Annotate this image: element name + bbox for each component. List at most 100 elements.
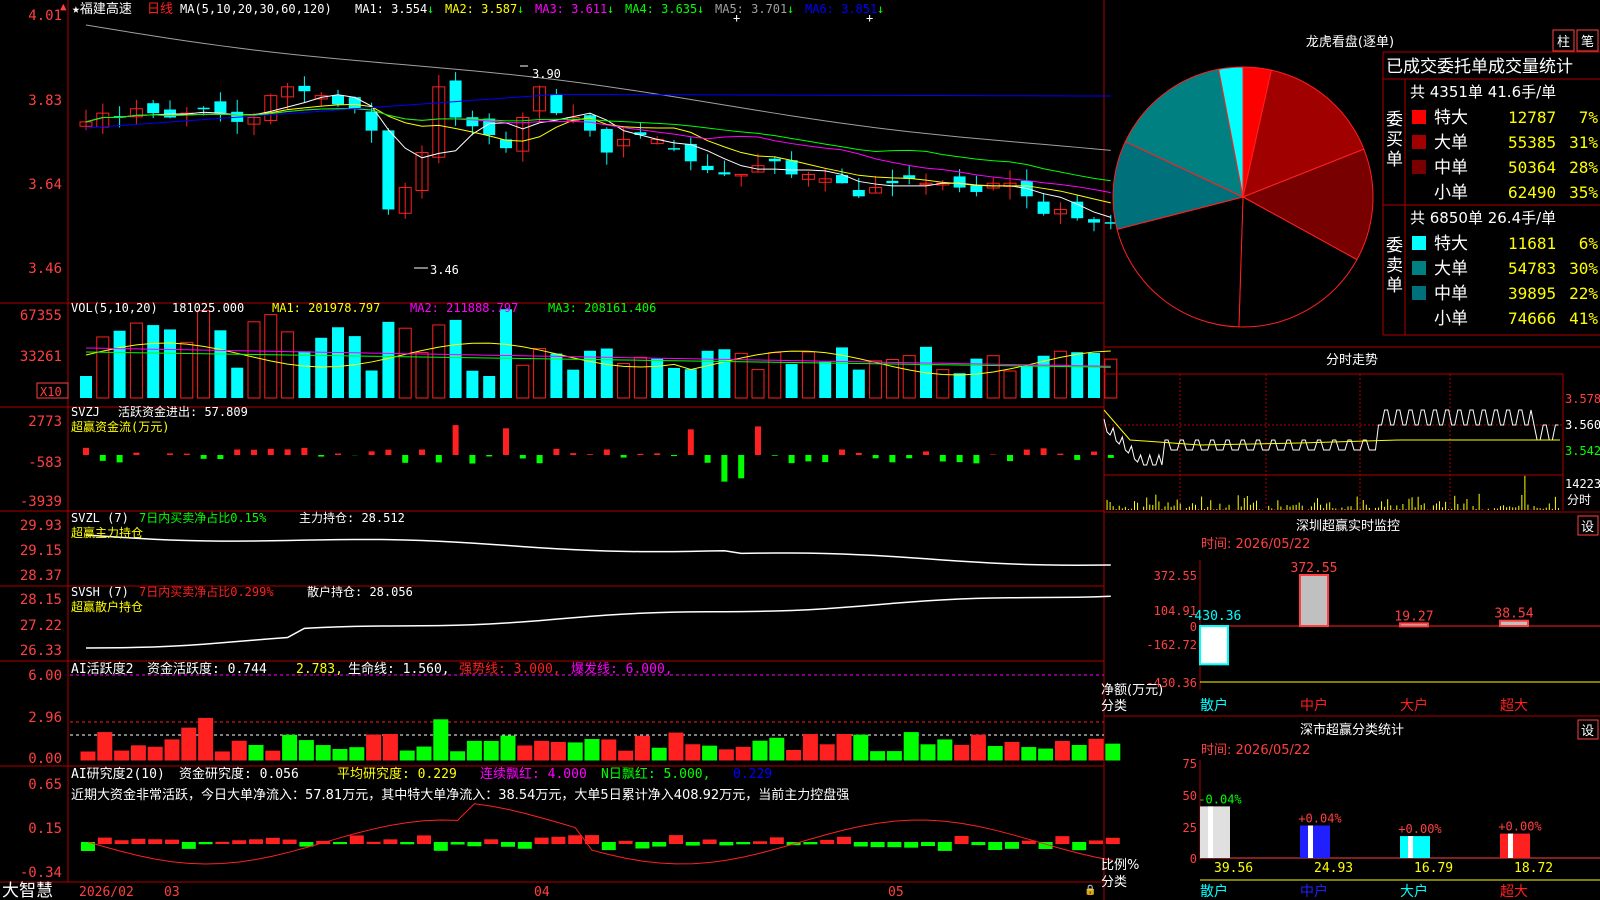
active-bar bbox=[97, 732, 113, 761]
active-bar bbox=[198, 717, 214, 761]
candle-body bbox=[953, 176, 966, 188]
vol-bar bbox=[398, 327, 412, 399]
ma-legend-label: MA5: 3.701 bbox=[715, 2, 787, 16]
candle-body bbox=[852, 190, 865, 197]
vol-bar bbox=[801, 351, 815, 399]
flow-bar bbox=[251, 449, 257, 455]
ai-active-l5: 爆发线: 6.000, bbox=[571, 661, 673, 677]
candle-body bbox=[449, 80, 462, 118]
flow-bar bbox=[385, 449, 392, 455]
classify-bar bbox=[1400, 836, 1430, 858]
flow-bar bbox=[234, 449, 241, 455]
stock-name[interactable]: ★福建高速 bbox=[72, 1, 132, 17]
vol-bar bbox=[1020, 366, 1033, 398]
row-value: 11681 bbox=[1508, 234, 1556, 253]
svzj-axis-tick: -3939 bbox=[20, 494, 62, 510]
vol-bar bbox=[449, 319, 462, 398]
classify-time: 时间: 2026/05/22 bbox=[1201, 743, 1310, 758]
research-bar bbox=[1055, 836, 1070, 844]
ai-research-axis-tick: 0.65 bbox=[28, 777, 62, 793]
active-bar bbox=[1054, 740, 1070, 761]
legend-swatch bbox=[1412, 160, 1426, 174]
flow-bar bbox=[654, 453, 661, 455]
active-bar bbox=[702, 745, 718, 761]
vol-bar bbox=[970, 358, 983, 398]
vol-ma3: MA3: 208161.406 bbox=[548, 301, 656, 315]
candle-body bbox=[1088, 219, 1100, 223]
research-bar bbox=[1089, 840, 1103, 844]
classify-axis-tick: 25 bbox=[1183, 821, 1197, 835]
research-bar bbox=[585, 835, 599, 844]
brand-logo[interactable]: 大智慧 bbox=[2, 881, 53, 900]
vol-bar bbox=[684, 369, 697, 398]
research-bar bbox=[131, 838, 146, 844]
lock-icon[interactable]: 🔒 bbox=[1084, 884, 1096, 896]
active-bar bbox=[282, 734, 298, 761]
scroll-up-arrow-icon[interactable]: ▲ bbox=[60, 0, 67, 13]
bar-view-button-label[interactable]: 柱 bbox=[1557, 35, 1570, 50]
active-bar bbox=[164, 739, 180, 761]
active-bar bbox=[1021, 747, 1037, 761]
vol-bar bbox=[466, 370, 479, 398]
research-bar bbox=[265, 837, 280, 844]
flow-bar bbox=[587, 454, 593, 455]
flow-bar bbox=[721, 455, 728, 482]
ai-research-l3: 连续飘红: 4.000 bbox=[480, 766, 587, 782]
vol-bar bbox=[113, 330, 126, 398]
row-value: 62490 bbox=[1508, 183, 1556, 202]
active-bar bbox=[870, 751, 886, 761]
vol-bar bbox=[567, 369, 580, 398]
intraday-chart[interactable] bbox=[1103, 373, 1564, 510]
flow-bar bbox=[1007, 455, 1013, 462]
classify-bar bbox=[1500, 833, 1530, 858]
flow-bar bbox=[167, 453, 173, 455]
active-bar bbox=[517, 745, 533, 761]
research-bar bbox=[736, 842, 751, 845]
plus-marker-2[interactable]: + bbox=[866, 11, 873, 25]
vol-bar bbox=[768, 352, 782, 399]
monitor-ylabel: 净额(万元) bbox=[1101, 683, 1163, 698]
flow-bar bbox=[788, 455, 795, 464]
monitor-bar-label: -430.36 bbox=[1187, 609, 1242, 624]
vol-bar bbox=[785, 364, 798, 398]
vol-unit[interactable]: X10 bbox=[40, 385, 62, 399]
vol-bar bbox=[415, 351, 429, 399]
flow-bar bbox=[536, 455, 543, 464]
active-bar bbox=[1004, 741, 1020, 761]
flow-bar bbox=[990, 454, 997, 455]
svzj-axis-tick: -583 bbox=[28, 455, 62, 471]
candle-body bbox=[147, 103, 160, 114]
buy-side-label-char: 买 bbox=[1386, 130, 1403, 150]
vol-bar bbox=[819, 361, 832, 398]
flow-bar bbox=[1107, 455, 1114, 458]
svsh-label3: 超赢散户持仓 bbox=[71, 599, 143, 614]
ma-legend-label: MA1: 3.554 bbox=[355, 2, 427, 16]
research-bar bbox=[853, 842, 868, 847]
period-label[interactable]: 日线 bbox=[147, 2, 173, 17]
classify-value: 18.72 bbox=[1514, 861, 1553, 876]
flow-bar bbox=[419, 449, 425, 455]
tick-view-button-label[interactable]: 笔 bbox=[1581, 34, 1594, 50]
active-bar bbox=[1038, 748, 1054, 761]
research-bar bbox=[249, 839, 263, 844]
classify-category: 散户 bbox=[1200, 883, 1228, 900]
row-name: 小单 bbox=[1434, 183, 1468, 203]
classify-settings-label[interactable]: 设 bbox=[1581, 724, 1594, 739]
classify-value: 16.79 bbox=[1414, 861, 1453, 876]
monitor-settings-label[interactable]: 设 bbox=[1581, 520, 1594, 535]
active-bar bbox=[433, 719, 449, 761]
active-bar bbox=[802, 734, 818, 761]
vol-bar bbox=[600, 348, 613, 398]
vol-ma2: MA2: 211888.797 bbox=[410, 301, 518, 315]
monitor-bar-label: 38.54 bbox=[1494, 607, 1533, 622]
active-bar bbox=[769, 737, 785, 761]
active-bar bbox=[315, 745, 331, 761]
row-pct: 41% bbox=[1569, 309, 1598, 328]
legend-swatch bbox=[1412, 110, 1426, 124]
active-bar bbox=[786, 749, 802, 761]
vol-bar bbox=[180, 341, 194, 399]
flow-bar bbox=[704, 455, 711, 463]
active-bar bbox=[550, 741, 566, 761]
flow-bar bbox=[1023, 449, 1030, 455]
plus-marker-1[interactable]: + bbox=[733, 11, 740, 25]
